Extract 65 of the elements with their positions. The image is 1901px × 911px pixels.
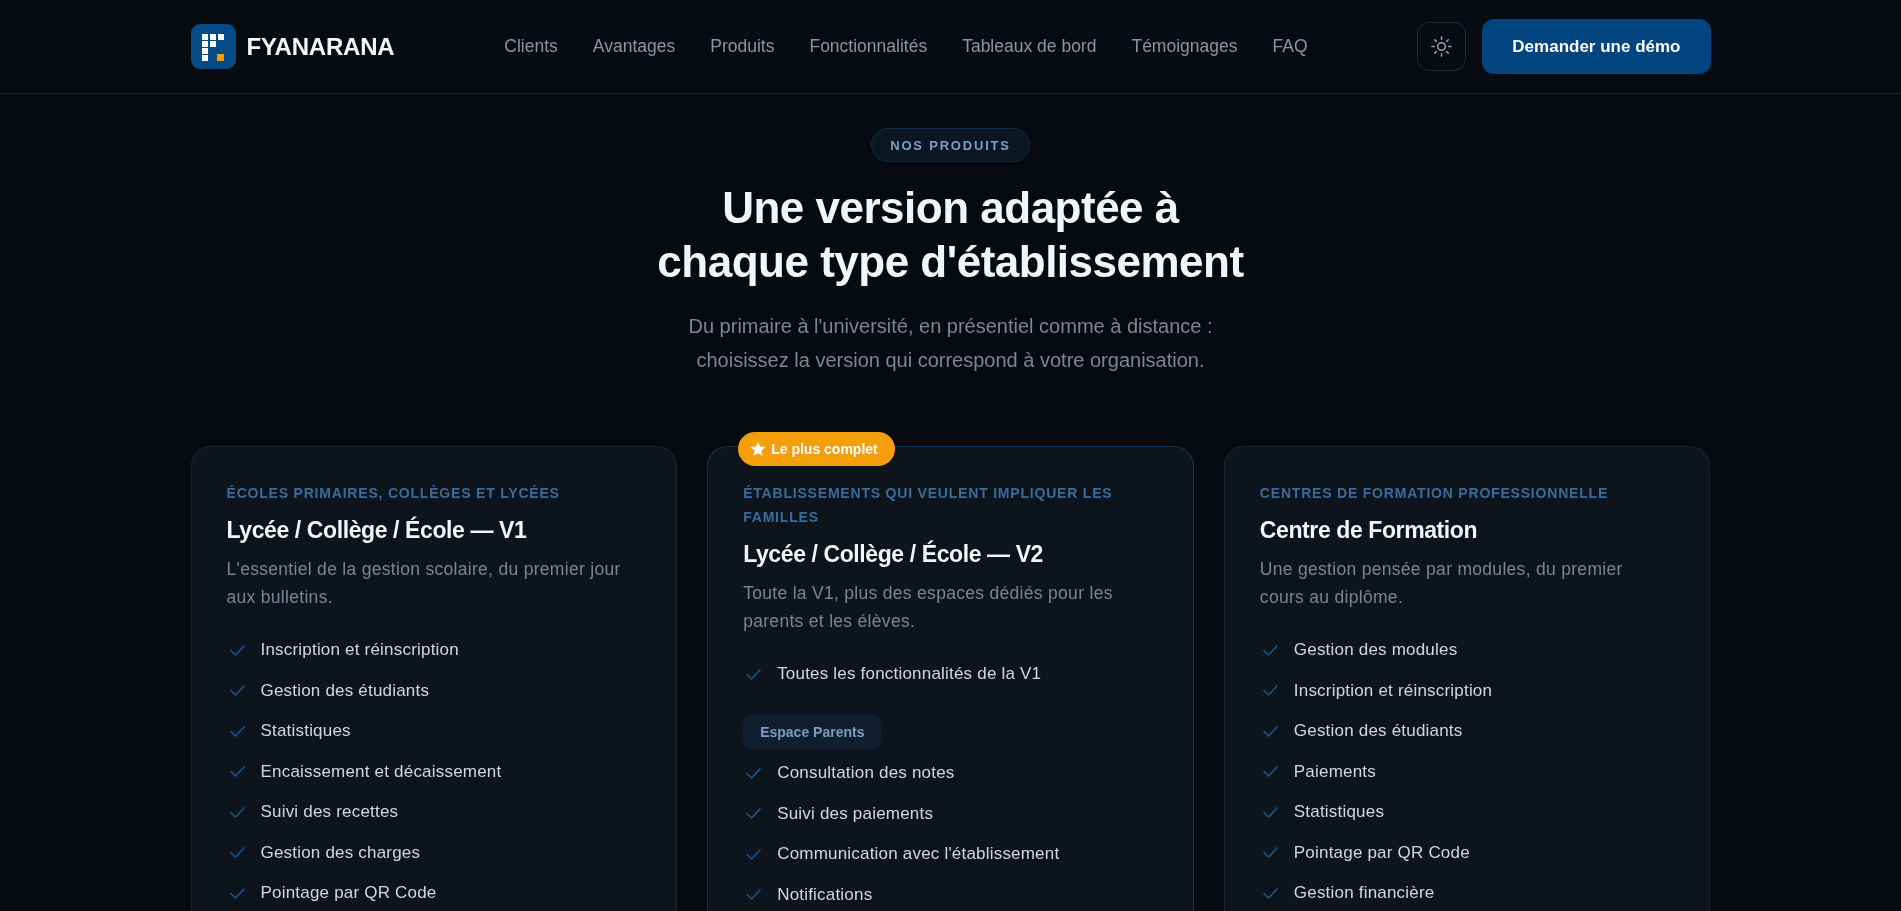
check-icon	[1262, 644, 1278, 656]
check-icon	[746, 668, 762, 680]
check-icon	[1262, 806, 1278, 818]
feature-text: Gestion des charges	[260, 841, 421, 864]
feature-text: Suivi des recettes	[260, 801, 399, 823]
feature-group-label: Espace Parents	[743, 715, 882, 749]
feature-text: Pointage par QR Code	[260, 882, 437, 904]
feature-text: Gestion des modules	[1293, 639, 1458, 661]
check-icon	[1262, 887, 1278, 899]
product-description: L'essentiel de la gestion scolaire, du premier jour aux bulletins.	[226, 558, 622, 609]
theme-toggle-button[interactable]	[1417, 22, 1467, 71]
check-icon	[229, 887, 245, 899]
check-icon	[1262, 725, 1278, 737]
feature-text: Encaissement et décaissement	[260, 760, 502, 783]
feature-text: Gestion des étudiants	[1293, 720, 1463, 742]
nav-link[interactable]: FAQ	[1272, 36, 1308, 57]
product-description: Une gestion pensée par modules, du premier cours au diplôme.	[1259, 558, 1624, 609]
check-icon	[229, 685, 245, 696]
nav-link[interactable]: Tableaux de bord	[962, 36, 1097, 57]
audience-label: ÉTABLISSEMENTS QUI VEULENT IMPLIQUER LES FAMILLES	[743, 484, 1114, 527]
check-icon	[229, 725, 245, 737]
section-heading: Une version adaptée à chaque type d'établissement	[656, 182, 1245, 288]
feature-text: Inscription et réinscription	[1293, 679, 1493, 702]
nav-link[interactable]: Fonctionnalités	[809, 36, 928, 57]
check-icon	[1262, 685, 1278, 696]
feature-text: Notifications	[777, 883, 873, 906]
feature-text: Statistiques	[260, 720, 351, 742]
product-title: Centre de Formation	[1259, 516, 1479, 545]
feature-text: Consultation des notes	[777, 762, 955, 784]
feature-text: Inscription et réinscription	[260, 639, 459, 661]
audience-label: ÉCOLES PRIMAIRES, COLLÈGES ET LYCÉES	[226, 484, 561, 503]
check-icon	[746, 767, 762, 779]
logo-icon[interactable]	[190, 24, 236, 69]
feature-text: Statistiques	[1293, 801, 1385, 823]
check-icon	[229, 847, 245, 858]
recommendation-text: Le plus complet	[771, 441, 878, 457]
feature-text: Paiements	[1293, 760, 1376, 783]
nav-link[interactable]: Témoignages	[1131, 36, 1238, 57]
check-icon	[1262, 847, 1278, 858]
feature-text: Gestion financière	[1293, 882, 1435, 904]
feature-text: Toutes les fonctionnalités de la V1	[777, 663, 1042, 685]
check-icon	[746, 848, 762, 860]
section-eyebrow-label: NOS PRODUITS	[871, 128, 1030, 162]
feature-text: Gestion des étudiants	[260, 679, 430, 702]
product-title: Lycée / Collège / École — V2	[743, 539, 1044, 569]
star-icon	[751, 442, 766, 456]
feature-text: Suivi des paiements	[777, 802, 934, 825]
check-icon	[229, 644, 245, 656]
feature-text: Pointage par QR Code	[1293, 841, 1470, 864]
check-icon	[746, 808, 762, 819]
product-description: Toute la V1, plus des espaces dédiés pour les parents et les élèves.	[743, 582, 1114, 633]
check-icon	[229, 766, 245, 777]
feature-text: Communication avec l'établissement	[777, 843, 1060, 865]
audience-label: CENTRES DE FORMATION PROFESSIONNELLE	[1259, 484, 1610, 503]
check-icon	[746, 889, 762, 900]
logo-text[interactable]: FYANARANA	[246, 32, 395, 61]
check-icon	[229, 806, 245, 818]
product-title: Lycée / Collège / École — V1	[226, 515, 528, 545]
nav-link[interactable]: Clients	[504, 36, 558, 57]
nav-link[interactable]: Produits	[710, 36, 775, 57]
section-subtitle: Du primaire à l'université, en présentiel comme à distance : choisissez la version qui correspond à votre organisation.	[687, 314, 1214, 373]
demo-request-button[interactable]: Demander une démo	[1482, 19, 1711, 74]
nav-link[interactable]: Avantages	[592, 36, 676, 57]
check-icon	[1262, 766, 1278, 777]
sun-icon	[1431, 36, 1453, 57]
